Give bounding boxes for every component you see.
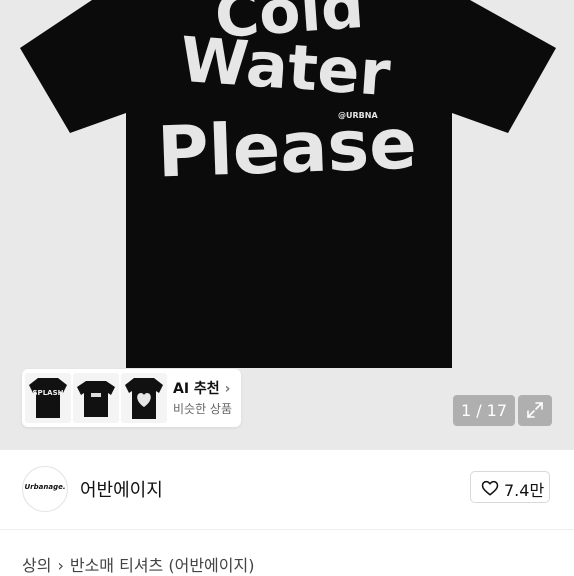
breadcrumb-item[interactable]: 반소매 티셔츠 (어반에이지) [70, 556, 255, 575]
breadcrumb: 상의 › 반소매 티셔츠 (어반에이지) [22, 552, 254, 576]
ai-recommend-card[interactable]: SPLASH AI 추천 › 비슷한 상품 [22, 369, 241, 427]
breadcrumb-item[interactable]: 상의 [22, 556, 51, 575]
recommend-thumbnail [121, 373, 167, 423]
like-count: 7.4만 [504, 481, 545, 500]
expand-icon [527, 402, 543, 418]
recommend-thumbnail: SPLASH [25, 373, 71, 423]
section-divider [0, 529, 574, 530]
thumbnail-graphic-text: SPLASH [33, 389, 64, 397]
like-button[interactable]: 7.4만 [470, 471, 550, 503]
recommend-thumbnail [73, 373, 119, 423]
ai-recommend-subtitle: 비슷한 상품 [173, 402, 233, 416]
product-image-gallery[interactable]: Cold Water Please @URBNA SPLASH AI 추천 › [0, 0, 574, 450]
image-counter: 1 / 17 [453, 395, 515, 426]
ai-recommend-title: AI 추천 › [173, 381, 231, 397]
expand-button[interactable] [518, 395, 552, 426]
store-logo[interactable]: Urbanage. [22, 466, 68, 512]
graphic-text-line-3: Please [156, 103, 418, 194]
chevron-right-icon: › [224, 381, 231, 397]
chevron-right-icon: › [57, 556, 64, 575]
heart-icon [481, 480, 499, 496]
graphic-brand-mark: @URBNA [338, 111, 378, 120]
graphic-text-line-2: Water [178, 23, 393, 111]
store-name[interactable]: 어반에이지 [80, 476, 163, 502]
store-logo-text: Urbanage. [24, 483, 66, 491]
